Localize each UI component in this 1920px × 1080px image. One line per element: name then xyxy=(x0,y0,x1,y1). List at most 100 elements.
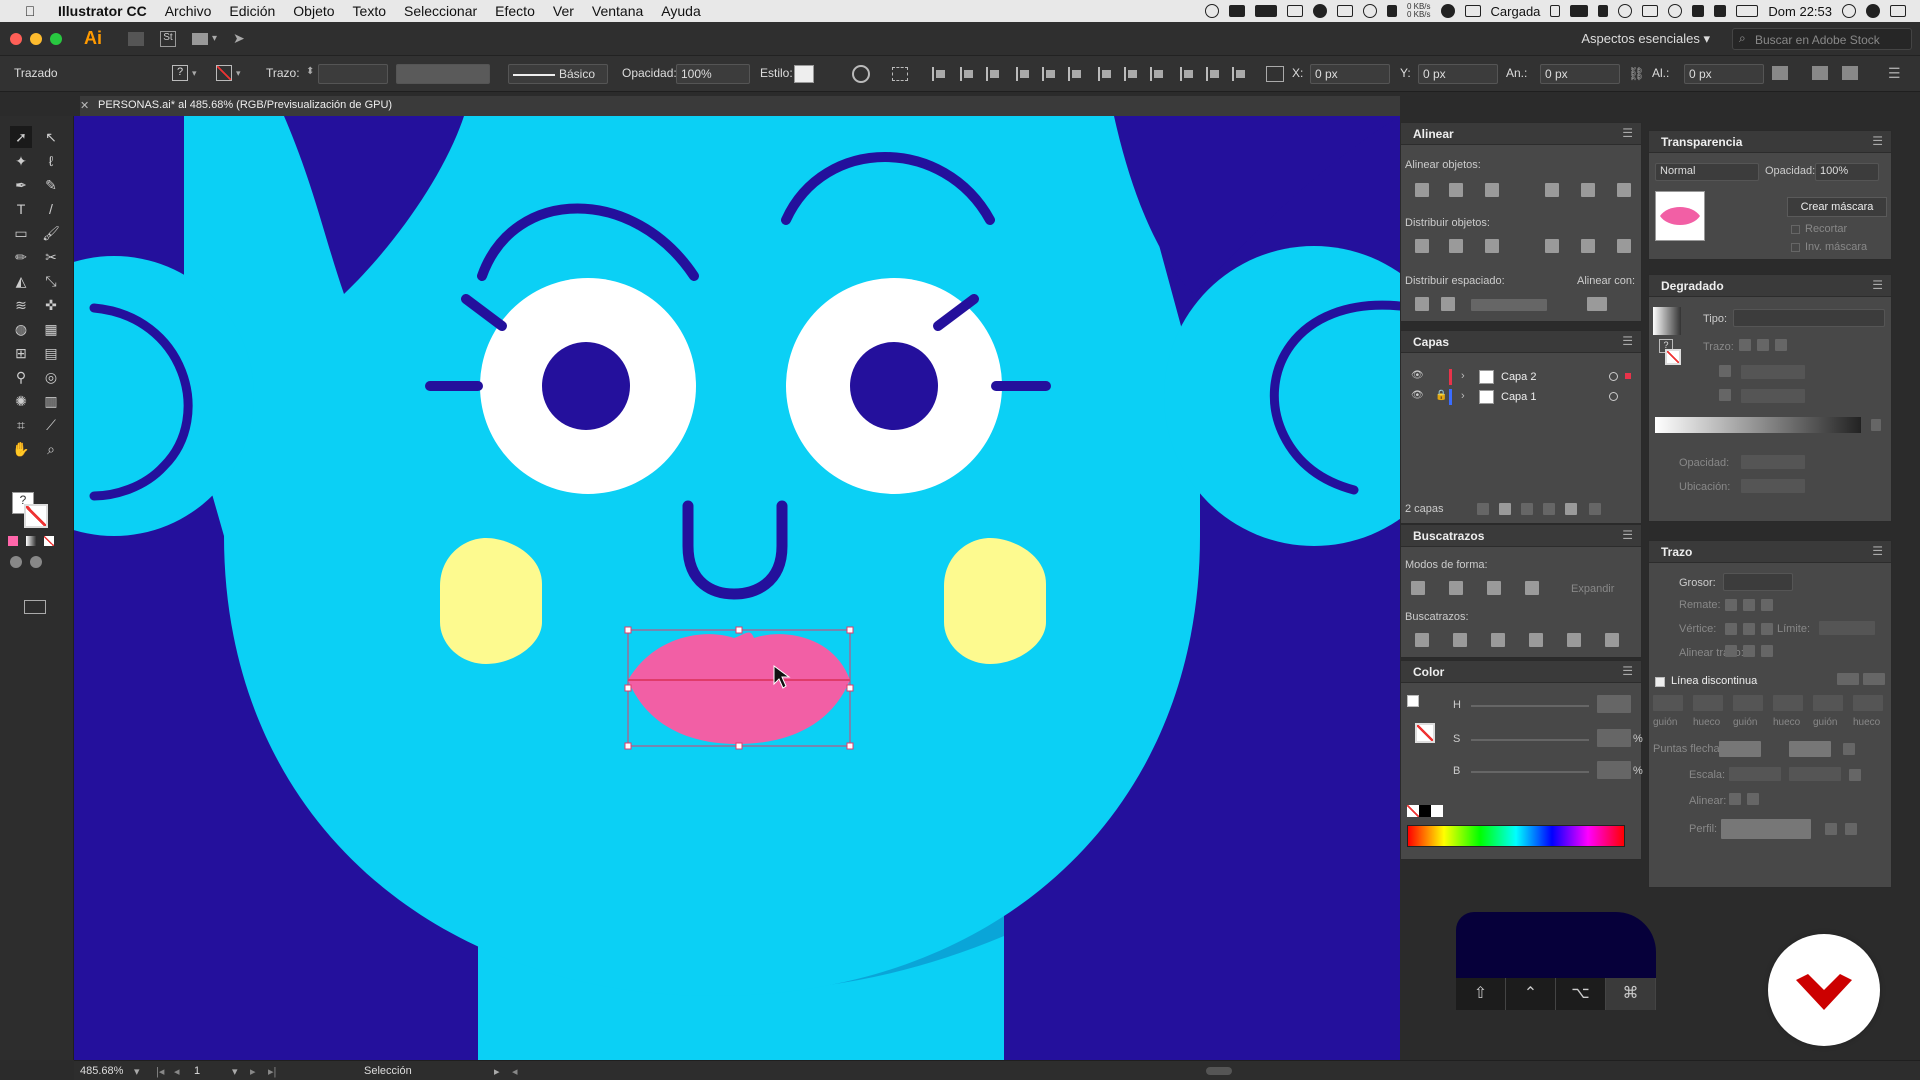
cap-round-icon[interactable] xyxy=(1743,599,1755,611)
layer-expand-icon[interactable]: › xyxy=(1461,370,1465,382)
gradient-tool-icon[interactable]: ▤ xyxy=(40,342,62,364)
layer-visibility-icon[interactable]: 👁 xyxy=(1411,370,1424,381)
document-tab[interactable]: ✕ PERSONAS.ai* al 485.68% (RGB/Previsual… xyxy=(80,96,1400,116)
pencil-tool-icon[interactable]: ✏ xyxy=(10,246,32,268)
clipping-mask-icon[interactable] xyxy=(1521,503,1533,515)
blend-mode-select[interactable]: Normal xyxy=(1655,163,1759,181)
slice-tool-icon[interactable]: ⟋ xyxy=(40,414,62,436)
layer-name[interactable]: Capa 1 xyxy=(1501,391,1536,403)
degradado-panel-title[interactable]: Degradado ☰ xyxy=(1649,275,1891,297)
align-stroke-outside-icon[interactable] xyxy=(1761,645,1773,657)
close-document-icon[interactable]: ✕ xyxy=(80,99,89,112)
airplay-icon[interactable] xyxy=(1642,5,1659,17)
zoom-dropdown-icon[interactable]: ▾ xyxy=(134,1065,140,1078)
transparencia-menu-icon[interactable]: ☰ xyxy=(1872,134,1883,148)
locate-object-icon[interactable] xyxy=(1477,503,1489,515)
panel-align-vcenter-icon[interactable] xyxy=(1581,183,1595,197)
align-bottom-icon[interactable] xyxy=(1068,67,1082,81)
distribute-vspace-icon[interactable] xyxy=(1415,297,1429,311)
crop-icon[interactable] xyxy=(1529,633,1543,647)
color-mode-icon[interactable] xyxy=(8,536,18,546)
distribute-left-icon[interactable] xyxy=(1180,67,1194,81)
x-field[interactable]: 0 px xyxy=(1310,64,1390,84)
symbol-sprayer-tool-icon[interactable]: ✺ xyxy=(10,390,32,412)
merge-icon[interactable] xyxy=(1491,633,1505,647)
limit-field[interactable] xyxy=(1819,621,1875,635)
dash-field-3[interactable] xyxy=(1813,695,1843,711)
clip-checkbox[interactable] xyxy=(1791,225,1800,234)
stroke-stepper[interactable]: ⬍ xyxy=(306,66,314,77)
trim-icon[interactable] xyxy=(1453,633,1467,647)
transparency-thumbnail[interactable] xyxy=(1655,191,1705,241)
dash-align-corners-icon[interactable] xyxy=(1863,673,1885,685)
dashed-checkbox[interactable] xyxy=(1655,677,1665,687)
gradient-slider[interactable] xyxy=(1655,417,1861,433)
bridge-icon[interactable] xyxy=(128,31,144,46)
stroke-swatch[interactable] xyxy=(216,65,232,81)
layer-name[interactable]: Capa 2 xyxy=(1501,371,1536,383)
draw-behind-icon[interactable] xyxy=(30,556,42,568)
timemachine-icon[interactable] xyxy=(1668,4,1683,18)
zoom-window-button[interactable] xyxy=(50,32,62,45)
warp-tool-icon[interactable]: ≋ xyxy=(10,294,32,316)
reflect-tool-icon[interactable]: ◭ xyxy=(10,270,32,292)
style-swatch[interactable] xyxy=(794,65,814,83)
menu-archivo[interactable]: Archivo xyxy=(165,3,212,19)
stock-search-input[interactable]: ⌕ Buscar en Adobe Stock xyxy=(1732,27,1912,50)
lock-icon[interactable]: 🔒 xyxy=(1435,390,1447,401)
align-top-icon[interactable] xyxy=(1016,67,1030,81)
graph-tool-icon[interactable]: ▥ xyxy=(40,390,62,412)
trazo-panel-title[interactable]: Trazo ☰ xyxy=(1649,541,1891,563)
gradient-location-field[interactable] xyxy=(1741,479,1805,493)
display-icon[interactable] xyxy=(1570,5,1589,17)
stock-button[interactable]: St xyxy=(160,30,176,47)
arrow-align-place-icon[interactable] xyxy=(1747,793,1759,805)
none-mode-icon[interactable] xyxy=(44,536,54,546)
color-spectrum[interactable] xyxy=(1407,825,1625,847)
gradient-type-select[interactable] xyxy=(1733,309,1885,327)
siri-icon[interactable] xyxy=(1866,4,1880,18)
constrain-proportions-icon[interactable]: ⛓ xyxy=(1628,66,1645,82)
h-field[interactable] xyxy=(1597,695,1631,713)
horizontal-scrollbar-thumb[interactable] xyxy=(1206,1067,1232,1075)
distribute-top-icon[interactable] xyxy=(1098,67,1112,81)
canvas[interactable] xyxy=(74,116,1400,1060)
panel-align-hcenter-icon[interactable] xyxy=(1449,183,1463,197)
pen-tool-icon[interactable]: ✒ xyxy=(10,174,32,196)
panel-distribute-top-icon[interactable] xyxy=(1415,239,1429,253)
gap-field-2[interactable] xyxy=(1773,695,1803,711)
none-swatch[interactable] xyxy=(1407,805,1419,817)
phone-icon[interactable] xyxy=(1550,5,1561,17)
swap-arrowheads-icon[interactable] xyxy=(1843,743,1855,755)
capas-menu-icon[interactable]: ☰ xyxy=(1622,334,1633,348)
cap-square-icon[interactable] xyxy=(1761,599,1773,611)
artboard-tool-icon[interactable]: ⌗ xyxy=(10,414,32,436)
blend-tool-icon[interactable]: ◎ xyxy=(40,366,62,388)
layer-target-icon[interactable] xyxy=(1609,392,1618,401)
minus-back-icon[interactable] xyxy=(1605,633,1619,647)
delete-layer-icon[interactable] xyxy=(1589,503,1601,515)
variable-width-field[interactable] xyxy=(396,64,490,84)
scissors-tool-icon[interactable]: ✂ xyxy=(40,246,62,268)
transp-opacity-field[interactable]: 100% xyxy=(1815,163,1879,181)
perspective-grid-tool-icon[interactable]: ▦ xyxy=(40,318,62,340)
height-field[interactable]: 0 px xyxy=(1684,64,1764,84)
menu-efecto[interactable]: Efecto xyxy=(495,3,535,19)
menu-objeto[interactable]: Objeto xyxy=(293,3,334,19)
align-to-selection-icon[interactable] xyxy=(892,67,908,81)
panel-align-right-icon[interactable] xyxy=(1485,183,1499,197)
recolor-artwork-icon[interactable] xyxy=(852,65,870,83)
align-hcenter-icon[interactable] xyxy=(960,67,974,81)
search-layer-icon[interactable] xyxy=(1499,503,1511,515)
stroke-weight-field[interactable] xyxy=(318,64,388,84)
scale-end-field[interactable] xyxy=(1789,767,1841,781)
profile-select[interactable] xyxy=(1721,819,1811,839)
menu-ventana[interactable]: Ventana xyxy=(592,3,643,19)
menu-edicion[interactable]: Edición xyxy=(229,3,275,19)
y-field[interactable]: 0 px xyxy=(1418,64,1498,84)
b-slider[interactable] xyxy=(1471,771,1589,773)
make-mask-button[interactable]: Crear máscara xyxy=(1787,197,1887,217)
minimize-window-button[interactable] xyxy=(30,32,42,45)
zoom-tool-icon[interactable]: ⌕ xyxy=(40,438,62,460)
color-menu-icon[interactable]: ☰ xyxy=(1622,664,1633,678)
